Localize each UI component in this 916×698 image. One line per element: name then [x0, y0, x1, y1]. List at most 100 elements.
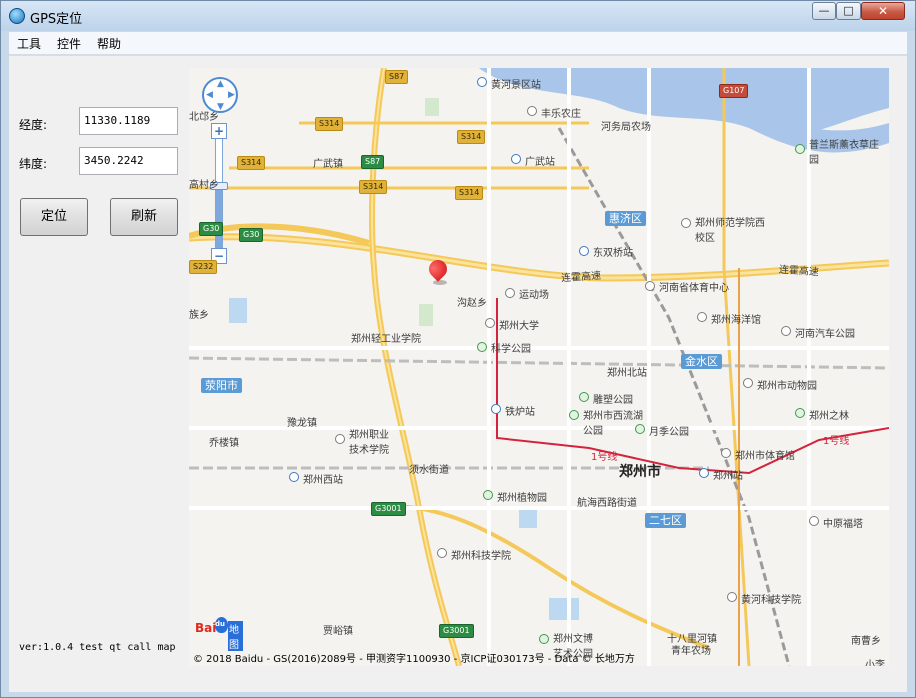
place-label[interactable]: 雕塑公园	[593, 391, 633, 406]
poi-icon	[809, 516, 819, 526]
place-label[interactable]: 贾峪镇	[323, 622, 353, 637]
longitude-input[interactable]: 11330.1189	[79, 107, 178, 135]
place-label[interactable]: 郑州大学	[499, 317, 539, 332]
close-button[interactable]: ✕	[861, 2, 905, 20]
park-icon	[795, 144, 805, 154]
app-window: GPS定位 — □ ✕ 工具 控件 帮助 经度: 11330.1189 纬度: …	[0, 0, 916, 698]
menu-bar: 工具 控件 帮助	[9, 32, 907, 55]
window-title: GPS定位	[30, 12, 83, 27]
route-shield: S314	[315, 117, 344, 131]
poi-icon	[335, 434, 345, 444]
route-shield: S232	[189, 260, 218, 274]
latitude-label: 纬度:	[19, 157, 48, 171]
poi-icon	[527, 106, 537, 116]
poi-icon	[697, 312, 707, 322]
maximize-button[interactable]: □	[836, 2, 861, 20]
minimize-button[interactable]: —	[812, 2, 836, 20]
station-icon	[699, 468, 709, 478]
menu-controls[interactable]: 控件	[57, 35, 81, 52]
poi-icon	[437, 548, 447, 558]
metro-label: 1号线	[823, 436, 850, 447]
district-label[interactable]: 惠济区	[605, 211, 646, 226]
place-label[interactable]: 郑州海洋馆	[711, 311, 761, 326]
poi-icon	[505, 288, 515, 298]
park-icon	[477, 342, 487, 352]
logo-du: du	[215, 620, 225, 628]
place-label[interactable]: 广武站	[525, 153, 555, 168]
place-label[interactable]: 郑州西站	[303, 471, 343, 486]
poi-icon	[743, 378, 753, 388]
place-label[interactable]: 豫龙镇	[287, 414, 317, 429]
place-label[interactable]: 广武镇	[313, 155, 343, 170]
place-label[interactable]: 郑州植物园	[497, 489, 547, 504]
place-label[interactable]: 郑州市西流湖公园	[583, 407, 643, 437]
place-label[interactable]: 郑州科技学院	[451, 547, 511, 562]
place-label[interactable]: 乔楼镇	[209, 434, 239, 449]
place-label[interactable]: 郑州师范学院西校区	[695, 214, 771, 244]
refresh-button[interactable]: 刷新	[110, 198, 178, 236]
main-panel: 经度: 11330.1189 纬度: 3450.2242 定位 刷新 ver:1…	[9, 55, 907, 692]
zoom-in-button[interactable]: +	[211, 123, 227, 139]
park-icon	[483, 490, 493, 500]
pan-up-icon[interactable]: ▲	[217, 79, 224, 89]
place-label[interactable]: 科学公园	[491, 340, 531, 355]
zoom-slider-fill	[216, 186, 222, 253]
place-label[interactable]: 高村乡	[189, 176, 219, 191]
place-label[interactable]: 月季公园	[649, 423, 689, 438]
locate-button[interactable]: 定位	[20, 198, 88, 236]
place-label[interactable]: 郑州之林	[809, 407, 849, 422]
place-label[interactable]: 族乡	[189, 306, 209, 321]
place-label[interactable]: 郑州北站	[607, 364, 647, 379]
place-label[interactable]: 河南省体育中心	[659, 279, 729, 294]
maximize-icon: □	[843, 4, 854, 17]
place-label[interactable]: 普兰斯薰衣草庄园	[809, 136, 881, 166]
district-label[interactable]: 二七区	[645, 513, 686, 528]
route-shield: G30	[199, 222, 224, 236]
district-label[interactable]: 荥阳市	[201, 378, 242, 393]
menu-tools[interactable]: 工具	[17, 35, 41, 52]
place-label[interactable]: 小李	[865, 656, 885, 666]
pan-right-icon[interactable]: ▶	[228, 90, 235, 100]
place-label[interactable]: 郑州轻工业学院	[351, 330, 421, 345]
place-label[interactable]: 郑州市体育馆	[735, 447, 795, 462]
station-icon	[477, 77, 487, 87]
place-label[interactable]: 郑州市动物园	[757, 377, 817, 392]
place-label[interactable]: 北邙乡	[189, 108, 219, 123]
city-label: 郑州市	[619, 464, 661, 480]
poi-icon	[485, 318, 495, 328]
route-shield: S87	[385, 70, 409, 84]
place-label[interactable]: 黄河科技学院	[741, 591, 801, 606]
place-label[interactable]: 丰乐农庄	[541, 105, 581, 120]
place-label[interactable]: 铁炉站	[505, 403, 535, 418]
poi-icon	[721, 448, 731, 458]
place-label[interactable]: 东双桥站	[593, 244, 633, 259]
title-bar[interactable]: GPS定位 — □ ✕	[1, 1, 915, 31]
route-shield: G3001	[439, 624, 474, 638]
station-icon	[491, 404, 501, 414]
menu-help[interactable]: 帮助	[97, 35, 121, 52]
pan-left-icon[interactable]: ◀	[206, 90, 213, 100]
place-label[interactable]: 南曹乡	[851, 632, 881, 647]
place-label[interactable]: 河南汽车公园	[795, 325, 855, 340]
place-label[interactable]: 黄河景区站	[491, 76, 541, 91]
latitude-input[interactable]: 3450.2242	[79, 147, 178, 175]
district-label[interactable]: 金水区	[681, 354, 722, 369]
route-shield: S314	[359, 180, 388, 194]
place-label[interactable]: 沟赵乡	[457, 294, 487, 309]
baidu-map[interactable]: ▲ ▼ ◀ ▶ + − S87 S314 S314 S314 S87 S314 …	[189, 68, 889, 666]
place-label[interactable]: 中原福塔	[823, 515, 863, 530]
place-label[interactable]: 航海西路街道	[577, 494, 637, 509]
marker-shadow	[433, 280, 447, 285]
poi-icon	[727, 592, 737, 602]
place-label[interactable]: 河务局农场	[601, 118, 651, 133]
place-label[interactable]: 郑州职业技术学院	[349, 426, 397, 456]
place-label[interactable]: 运动场	[519, 286, 549, 301]
place-label[interactable]: 须水街道	[409, 461, 449, 476]
road-label: 连霍高速	[560, 270, 602, 285]
road-label: 连霍高速	[778, 264, 820, 279]
park-icon	[539, 634, 549, 644]
close-icon: ✕	[877, 4, 889, 18]
station-icon	[289, 472, 299, 482]
place-label[interactable]: 青年农场	[671, 642, 711, 657]
place-label[interactable]: 郑州站	[713, 467, 743, 482]
